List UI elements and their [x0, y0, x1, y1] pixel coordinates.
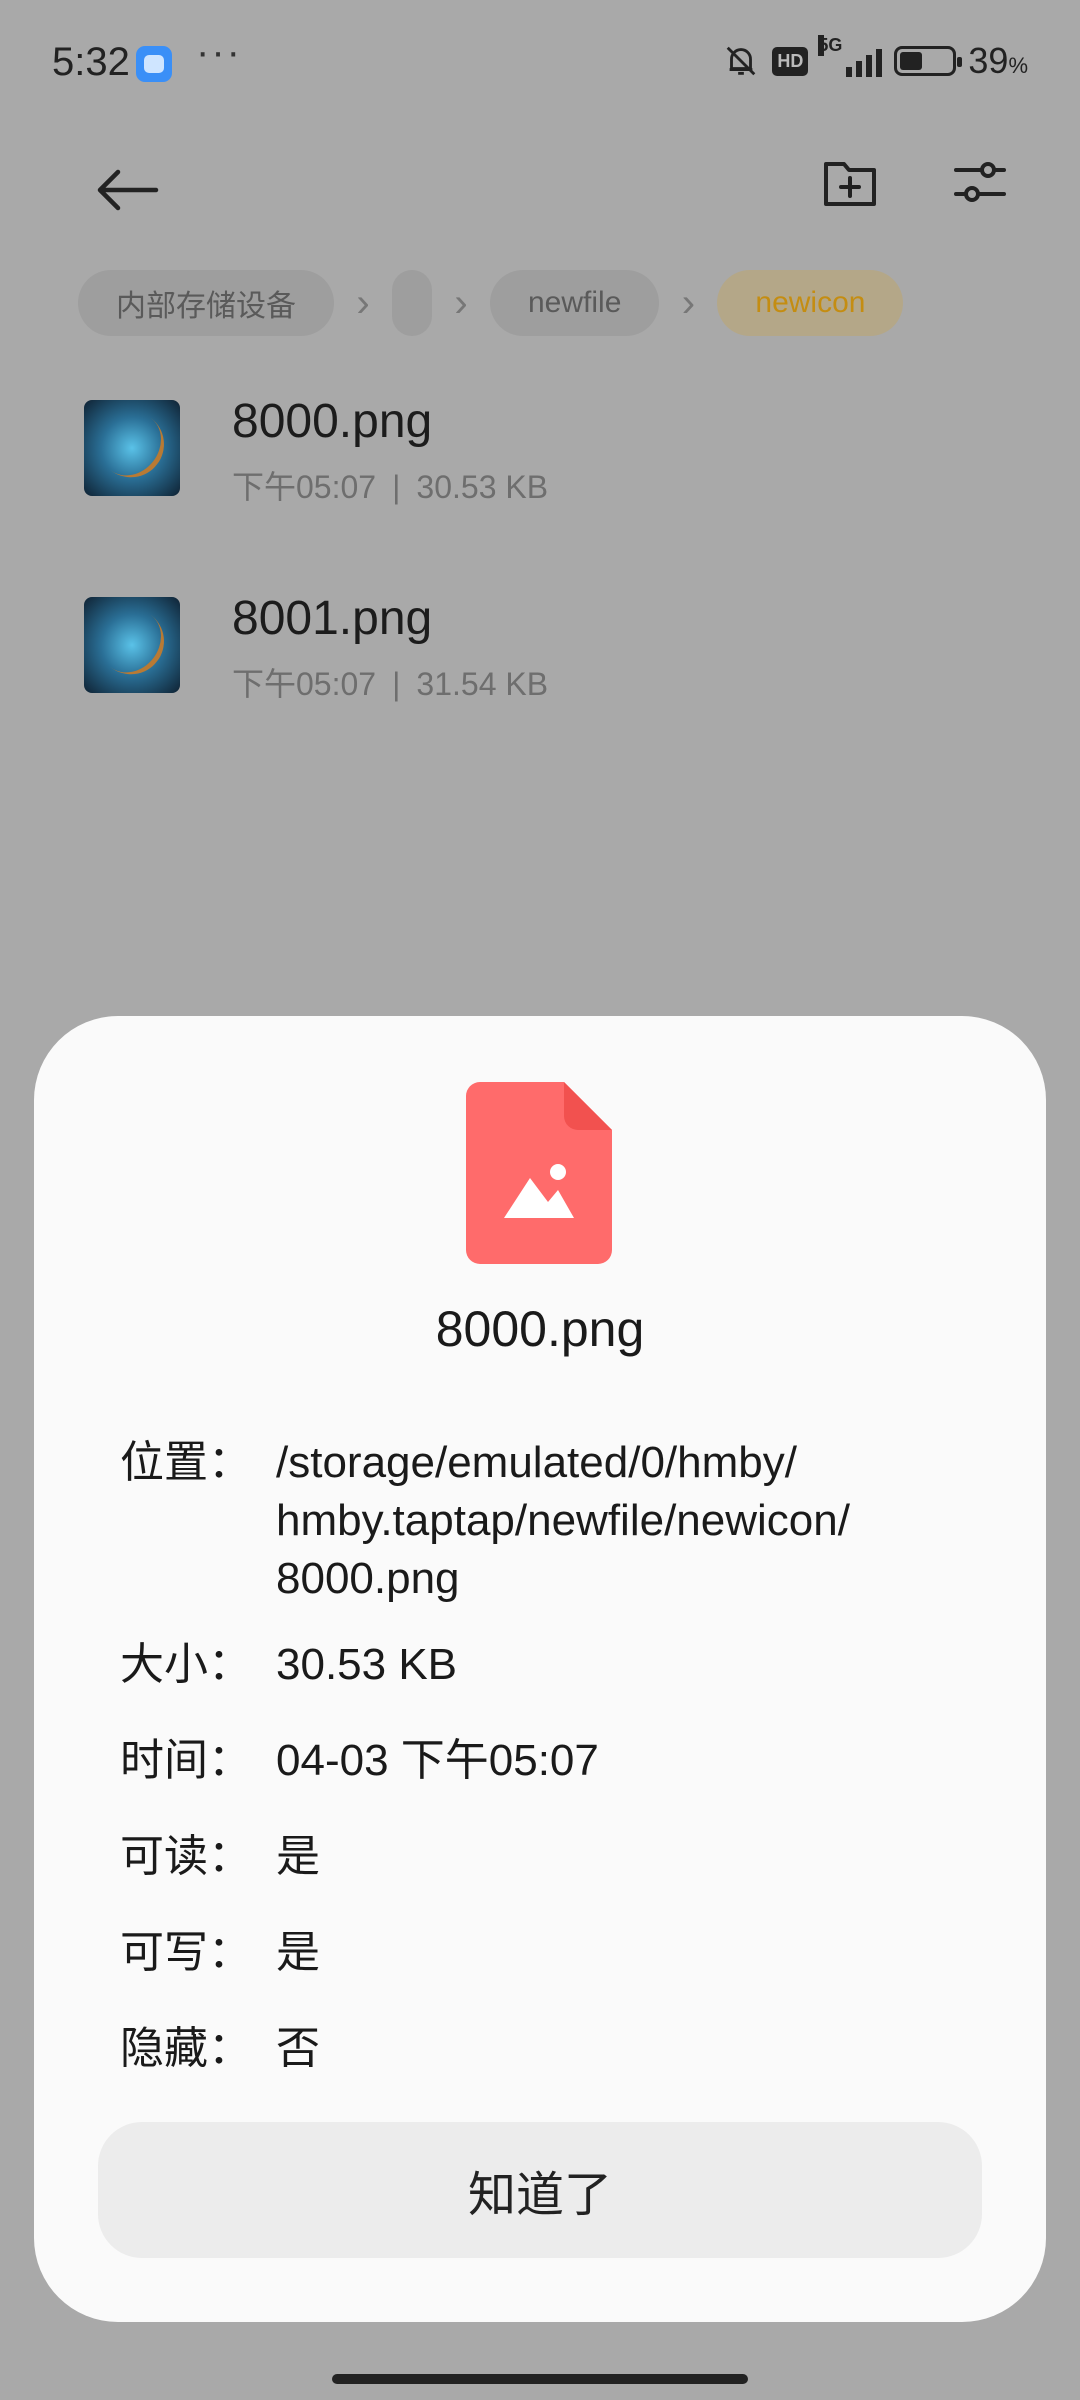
property-value: 是 [276, 1832, 320, 1881]
property-label: 隐藏： [120, 2024, 252, 2073]
back-arrow-icon[interactable] [92, 160, 162, 220]
file-meta: 下午05:07 | 30.53 KB [232, 469, 549, 505]
property-label: 位置： [120, 1438, 252, 1487]
property-label: 可写： [120, 1928, 252, 1977]
sliders-icon[interactable] [950, 152, 1010, 212]
breadcrumb-internal-storage[interactable]: 内部存储设备 [78, 270, 334, 336]
more-notifications-icon: ··· [196, 30, 242, 74]
breadcrumb-newfile[interactable]: newfile [490, 270, 660, 336]
property-label: 时间： [120, 1736, 252, 1785]
property-value: 是 [276, 1928, 320, 1977]
property-label: 可读： [120, 1832, 252, 1881]
got-it-button[interactable]: 知道了 [98, 2122, 982, 2258]
list-item[interactable]: 8001.png 下午05:07 | 31.54 KB [0, 592, 1080, 727]
breadcrumb: 内部存储设备 › › newfile › newicon [78, 270, 904, 336]
battery-icon [894, 46, 963, 76]
list-item[interactable]: 8000.png 下午05:07 | 30.53 KB [0, 395, 1080, 530]
signal-icon: 5G [818, 35, 883, 77]
file-name: 8001.png [232, 592, 433, 645]
breadcrumb-newicon[interactable]: newicon [717, 270, 904, 336]
file-name: 8000.png [232, 395, 433, 448]
property-label: 大小： [120, 1640, 252, 1689]
file-thumbnail [84, 597, 180, 693]
screen: 5:32 ··· HD 5G 39% 内部存储设备 › › newfile › … [0, 0, 1080, 2400]
file-details-sheet: 8000.png 位置： /storage/emulated/0/hmby/ h… [34, 1016, 1046, 2322]
property-value: /storage/emulated/0/hmby/ hmby.taptap/ne… [276, 1438, 850, 1603]
mute-bell-icon [727, 46, 756, 76]
battery-percent: 39% [968, 40, 1028, 81]
status-indicators: HD 5G 39% [722, 35, 1028, 82]
details-title: 8000.png [435, 1301, 645, 1357]
home-indicator[interactable] [332, 2374, 748, 2384]
status-bar: 5:32 ··· HD 5G 39% [0, 0, 1080, 130]
folder-add-icon[interactable] [820, 152, 880, 212]
hd-badge: HD [772, 46, 809, 76]
toolbar [0, 140, 1080, 240]
breadcrumb-truncated[interactable] [392, 270, 432, 336]
status-time: 5:32 [52, 40, 130, 84]
chevron-right-icon: › [681, 280, 696, 325]
chevron-right-icon: › [454, 280, 468, 325]
property-value: 04-03 下午05:07 [276, 1736, 599, 1785]
file-meta: 下午05:07 | 31.54 KB [232, 666, 549, 702]
property-value: 30.53 KB [276, 1640, 458, 1689]
chevron-right-icon: › [356, 280, 370, 325]
property-value: 否 [276, 2024, 320, 2073]
app-notification-icon [136, 46, 172, 82]
network-type: 5G [818, 35, 843, 56]
file-thumbnail [84, 400, 180, 496]
image-file-icon [466, 1082, 612, 1264]
